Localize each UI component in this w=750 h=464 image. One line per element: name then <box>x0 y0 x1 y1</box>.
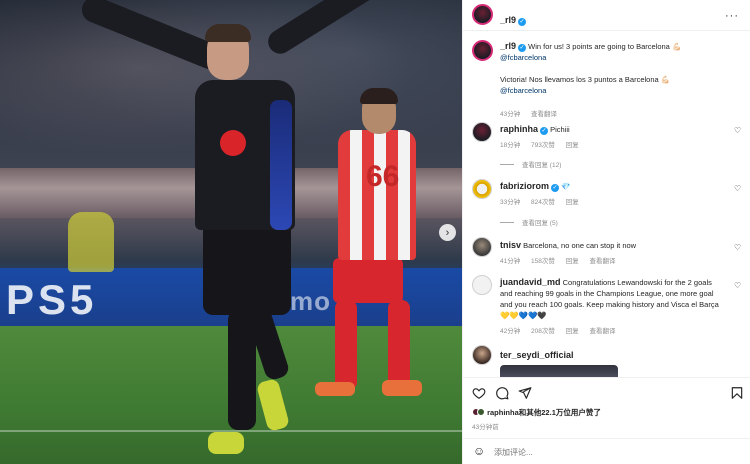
opponent-shirt-number: 66 <box>366 160 400 193</box>
commenter-avatar[interactable] <box>472 237 492 257</box>
comment-text: fabriziorom ✓ 💎 <box>500 181 728 192</box>
see-translation-button[interactable]: 查看翻译 <box>590 258 616 265</box>
like-comment-heart-icon[interactable]: ♡ <box>734 244 742 252</box>
post-header: _rl9 ✓ ··· <box>463 0 750 31</box>
like-comment-heart-icon[interactable]: ♡ <box>734 282 742 290</box>
post-time: 43分钟前 <box>472 424 499 431</box>
comment-text: raphinha ✓ Pichiii <box>500 124 728 135</box>
opponent-boot <box>382 380 422 396</box>
author-avatar[interactable] <box>472 40 493 61</box>
comment-meta: 18分钟 793次赞 回复 <box>500 139 588 149</box>
comment-meta: 41分钟 158次赞 回复 查看翻译 <box>500 255 625 265</box>
comment-bubble-icon[interactable] <box>495 386 509 400</box>
add-comment-bar: ☺ <box>463 438 750 464</box>
comment-body: Pichiii <box>550 125 570 134</box>
comment-likes[interactable]: 824次赞 <box>531 199 555 206</box>
more-options-icon[interactable]: ··· <box>725 10 739 22</box>
commenter-avatar[interactable] <box>472 275 492 295</box>
player-boot <box>208 432 244 454</box>
comment-text: juandavid_md Congratulations Lewandowski… <box>500 277 720 321</box>
comment-body: 💎 <box>561 182 571 191</box>
save-bookmark-icon[interactable] <box>730 386 744 400</box>
verified-badge-icon: ✓ <box>518 18 527 26</box>
view-replies-label: 查看回复 (5) <box>522 220 558 227</box>
share-send-icon[interactable] <box>518 386 532 400</box>
view-replies-label: 查看回复 (12) <box>522 162 562 169</box>
caption-username[interactable]: _rl9 <box>500 41 516 51</box>
verified-badge-icon: ✓ <box>518 44 527 52</box>
comment-likes[interactable]: 793次赞 <box>531 142 555 149</box>
likes-text: raphinha和其他22.1万位用户赞了 <box>487 408 601 417</box>
opponent-shorts <box>333 258 403 303</box>
comment-username[interactable]: raphinha <box>500 124 538 134</box>
chevron-right-icon: › <box>445 226 450 239</box>
see-translation-button[interactable]: 查看翻译 <box>590 328 616 335</box>
see-translation-button[interactable]: 查看翻译 <box>531 111 557 118</box>
commenter-avatar[interactable] <box>472 345 492 365</box>
caption-meta: 43分钟 查看翻译 <box>500 108 566 118</box>
comment-likes[interactable]: 208次赞 <box>531 328 555 335</box>
author-line: _rl9 ✓ <box>500 10 527 28</box>
comment-text: tnisv Barcelona, no one can stop it now <box>500 240 728 251</box>
caption-mention-2[interactable]: @fcbarcelona <box>500 86 546 95</box>
comment-time: 18分钟 <box>500 142 521 149</box>
opponent-leg <box>388 300 410 390</box>
caption-text: _rl9 ✓ Win for us! 3 points are going to … <box>500 41 728 96</box>
reply-button[interactable]: 回复 <box>566 258 579 265</box>
ad-board-second-text: mo <box>290 286 331 316</box>
commenter-avatar[interactable] <box>472 179 492 199</box>
post-photo: PS5 mo 66 › <box>0 0 462 464</box>
comment-body: Barcelona, no one can stop it now <box>523 241 637 250</box>
player-sleeve-stripe <box>270 100 292 230</box>
comment-image-preview[interactable] <box>500 365 618 377</box>
comment-likes[interactable]: 158次赞 <box>531 258 555 265</box>
comment-text: ter_seydi_official <box>500 350 728 361</box>
comment-time: 42分钟 <box>500 328 521 335</box>
comment-time: 33分钟 <box>500 199 521 206</box>
sponsor-logo-icon <box>220 130 246 156</box>
comments-scroll[interactable]: _rl9 ✓ Win for us! 3 points are going to … <box>463 31 750 377</box>
verified-badge-icon: ✓ <box>551 184 560 192</box>
view-replies-button[interactable]: 查看回复 (5) <box>500 217 558 227</box>
commenter-avatar[interactable] <box>472 122 492 142</box>
caption-mention[interactable]: @fcbarcelona <box>500 53 546 62</box>
comment-meta: 42分钟 208次赞 回复 查看翻译 <box>500 325 625 335</box>
author-avatar[interactable] <box>472 4 493 25</box>
verified-badge-icon: ✓ <box>540 127 549 135</box>
caption-en: Win for us! 3 points are going to Barcel… <box>528 42 682 51</box>
add-comment-input[interactable] <box>494 444 734 460</box>
post-side-panel: _rl9 ✓ ··· _rl9 ✓ Win for us! 3 points are… <box>462 0 750 464</box>
author-username[interactable]: _rl9 <box>500 15 516 25</box>
caption-es: Victoria! Nos llevamos los 3 puntos a Ba… <box>500 75 671 84</box>
like-comment-heart-icon[interactable]: ♡ <box>734 185 742 193</box>
opponent-leg <box>335 300 357 390</box>
reply-button[interactable]: 回复 <box>566 199 579 206</box>
view-replies-button[interactable]: 查看回复 (12) <box>500 159 561 169</box>
opponent-hair <box>360 88 398 104</box>
opponent-shirt <box>338 130 416 260</box>
comment-username[interactable]: fabriziorom <box>500 181 549 191</box>
likes-summary[interactable]: raphinha和其他22.1万位用户赞了 <box>472 407 601 418</box>
steward-figure <box>68 212 114 272</box>
comment-username[interactable]: juandavid_md <box>500 277 561 287</box>
comment-username[interactable]: tnisv <box>500 240 521 250</box>
like-heart-icon[interactable] <box>472 386 486 400</box>
like-comment-heart-icon[interactable]: ♡ <box>734 127 742 135</box>
next-image-button[interactable]: › <box>439 224 456 241</box>
caption-time: 43分钟 <box>500 111 521 118</box>
player-hair <box>205 24 251 42</box>
player-shorts <box>203 225 291 315</box>
opponent-boot <box>315 382 355 396</box>
liker-avatar <box>477 408 485 416</box>
reply-button[interactable]: 回复 <box>566 328 579 335</box>
emoji-smiley-icon[interactable]: ☺ <box>473 445 485 457</box>
ad-board-ps5-text: PS5 <box>6 276 98 323</box>
post-actions-bar <box>463 377 750 407</box>
reply-button[interactable]: 回复 <box>566 142 579 149</box>
comment-username[interactable]: ter_seydi_official <box>500 350 574 360</box>
comment-meta: 33分钟 824次赞 回复 <box>500 196 588 206</box>
comment-time: 41分钟 <box>500 258 521 265</box>
